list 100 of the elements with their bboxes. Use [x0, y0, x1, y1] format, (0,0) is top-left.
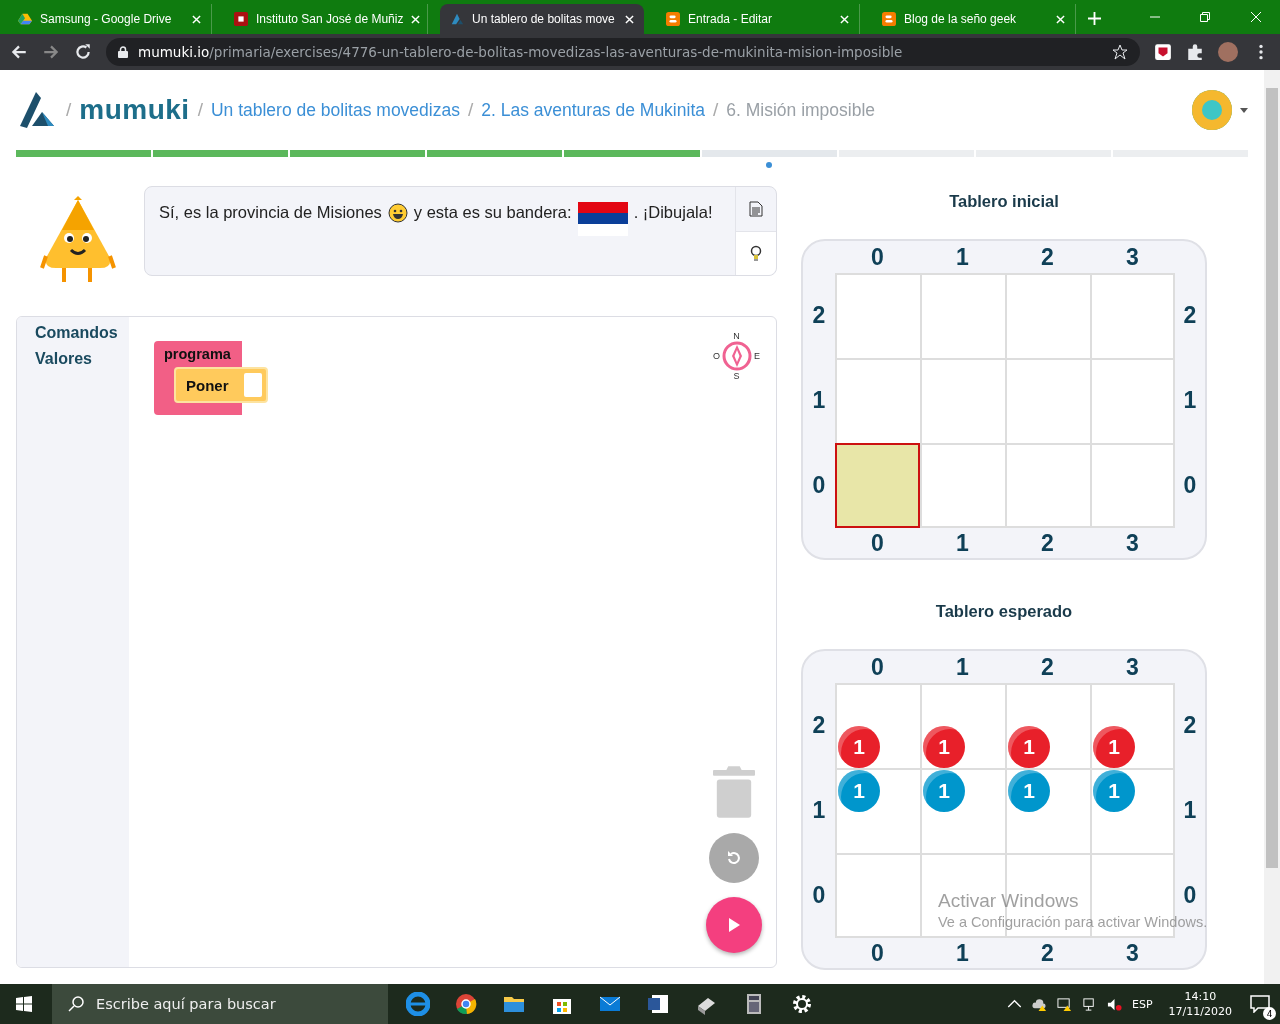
- scrollbar[interactable]: [1264, 70, 1280, 984]
- close-tab-icon[interactable]: [625, 14, 634, 24]
- column-label: 1: [955, 242, 970, 272]
- ball-counter: 1: [1008, 770, 1050, 812]
- breadcrumb-separator: /: [66, 99, 72, 121]
- column-label: 0: [870, 242, 885, 272]
- ball-counter: 1: [1093, 726, 1135, 768]
- drive-icon: [18, 12, 32, 26]
- row-label: 0: [811, 881, 827, 910]
- hint-button[interactable]: [736, 230, 776, 275]
- star-icon[interactable]: [1112, 44, 1128, 60]
- breadcrumb-separator: /: [713, 99, 719, 121]
- word-document-icon[interactable]: [646, 992, 670, 1016]
- browser-tab[interactable]: Un tablero de bolitas move: [440, 4, 644, 34]
- column-label: 3: [1125, 242, 1140, 272]
- row-label: 0: [1182, 471, 1198, 500]
- forward-icon[interactable]: [42, 43, 60, 61]
- language-indicator[interactable]: ESP: [1132, 997, 1153, 1011]
- blogger-icon: [666, 12, 680, 26]
- speaker-muted-icon[interactable]: [1107, 996, 1122, 1012]
- mumuki-logo[interactable]: mumuki: [79, 94, 190, 126]
- windows-start-icon[interactable]: [16, 996, 32, 1012]
- monitor-warning-icon[interactable]: [1057, 996, 1072, 1012]
- activation-notice-text: Ve a Configuración para activar Windows.: [938, 914, 1208, 930]
- chrome-browser-icon[interactable]: [454, 992, 478, 1016]
- ball-counter: 1: [838, 726, 880, 768]
- document-icon: [749, 200, 763, 217]
- close-tab-icon[interactable]: [840, 14, 849, 24]
- column-label: 3: [1125, 528, 1140, 558]
- close-tab-icon[interactable]: [192, 14, 201, 24]
- column-label: 1: [955, 528, 970, 558]
- column-label: 2: [1040, 652, 1055, 682]
- smiley-icon: [387, 203, 408, 223]
- compass-icon: [722, 341, 752, 371]
- clock[interactable]: 14:10 17/11/2020: [1162, 989, 1238, 1019]
- activation-notice-title: Activar Windows: [938, 890, 1079, 912]
- column-label: 1: [955, 938, 970, 968]
- toolbox-category[interactable]: Comandos: [35, 323, 129, 343]
- column-label: 3: [1125, 652, 1140, 682]
- shield-extension-icon[interactable]: [1154, 43, 1172, 61]
- message-text: . ¡Dibujala!: [633, 203, 713, 222]
- profile-avatar[interactable]: [1218, 42, 1238, 62]
- board-title: Tablero inicial: [949, 192, 1059, 211]
- back-icon[interactable]: [10, 43, 28, 61]
- ball-counter: 1: [1008, 726, 1050, 768]
- compass-label: E: [754, 351, 760, 361]
- reset-icon: [725, 849, 743, 867]
- run-button[interactable]: [706, 897, 762, 953]
- row-label: 2: [811, 711, 827, 740]
- row-label: 1: [811, 796, 827, 825]
- cloud-warning-icon[interactable]: [1032, 996, 1047, 1012]
- notification-center-button[interactable]: 4: [1248, 992, 1272, 1016]
- column-label: 0: [870, 528, 885, 558]
- message-text: y esta es su bandera:: [413, 203, 572, 222]
- breadcrumb-separator: /: [197, 99, 203, 121]
- toolbox-category[interactable]: Valores: [35, 349, 129, 369]
- column-label: 2: [1040, 528, 1055, 558]
- notification-count: 4: [1263, 1007, 1276, 1020]
- row-label: 2: [1182, 301, 1198, 330]
- row-label: 1: [1182, 796, 1198, 825]
- breadcrumb-separator: /: [467, 99, 474, 121]
- row-label: 2: [811, 301, 827, 330]
- lock-icon: [118, 46, 128, 58]
- program-block[interactable]: programa Poner: [154, 341, 270, 415]
- column-label: 0: [870, 938, 885, 968]
- play-icon: [727, 917, 741, 933]
- network-icon[interactable]: [1082, 996, 1097, 1012]
- school-logo-icon: [234, 12, 248, 26]
- lightbulb-icon: [750, 245, 762, 262]
- column-label: 1: [955, 652, 970, 682]
- flag-drawing: [577, 202, 628, 236]
- puzzle-icon[interactable]: [1186, 43, 1204, 61]
- ball-counter: 1: [838, 770, 880, 812]
- reload-icon[interactable]: [74, 43, 92, 61]
- message-text: Sí, es la provincia de Misiones: [159, 203, 382, 222]
- taskbar-search-field[interactable]: Escribe aquí para buscar: [52, 984, 388, 1024]
- row-label: 0: [811, 471, 827, 500]
- caret-icon[interactable]: [1240, 107, 1248, 113]
- ball-counter: 1: [1093, 770, 1135, 812]
- row-label: 1: [811, 386, 827, 415]
- restore-icon[interactable]: [1200, 12, 1210, 22]
- mumuki-logo-icon: [450, 12, 464, 26]
- column-label: 2: [1040, 242, 1055, 272]
- ball-counter: 1: [923, 726, 965, 768]
- column-label: 0: [870, 652, 885, 682]
- settings-icon[interactable]: [790, 992, 814, 1016]
- board-title: Tablero esperado: [935, 602, 1073, 621]
- close-tab-icon[interactable]: [1056, 14, 1065, 24]
- new-tab-icon[interactable]: [1088, 12, 1101, 25]
- address-bar[interactable]: mumuki.io/primaria/exercises/4776-un-tablero-de-bolitas-movedizas-las-aventuras-de-mukinita-mision-imposible: [106, 38, 1140, 66]
- edge-browser-icon[interactable]: [406, 992, 430, 1016]
- compass-label: O: [712, 351, 720, 361]
- command-block[interactable]: Poner: [174, 367, 268, 403]
- row-label: 2: [1182, 711, 1198, 740]
- column-label: 3: [1125, 938, 1140, 968]
- close-tab-icon[interactable]: [411, 14, 421, 24]
- blogger-icon: [882, 12, 896, 26]
- close-icon[interactable]: [1250, 11, 1262, 23]
- column-label: 2: [1040, 938, 1055, 968]
- compass-label: S: [733, 371, 740, 381]
